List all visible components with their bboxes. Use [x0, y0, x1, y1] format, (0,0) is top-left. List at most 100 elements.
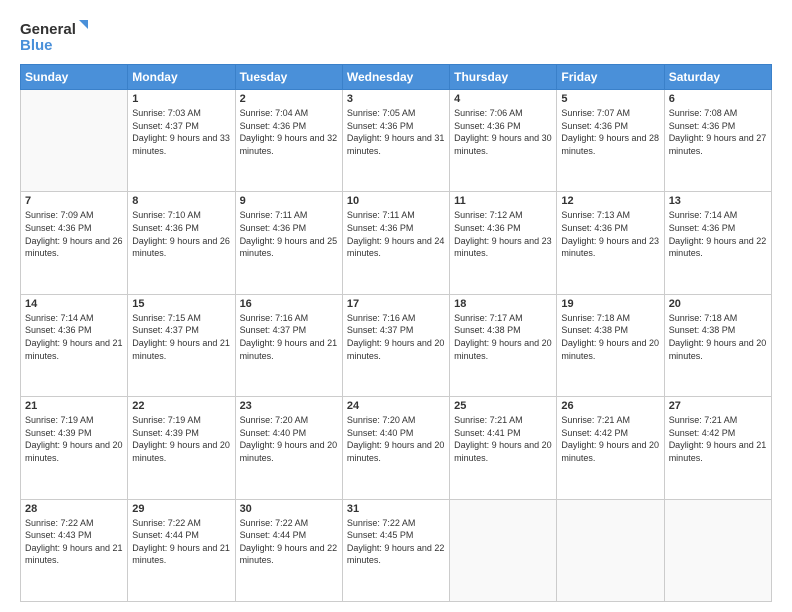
calendar-cell: 3 Sunrise: 7:05 AMSunset: 4:36 PMDaylight… — [342, 90, 449, 192]
day-info: Sunrise: 7:07 AMSunset: 4:36 PMDaylight:… — [561, 107, 659, 157]
day-number: 5 — [561, 93, 659, 105]
calendar-cell: 28Sunrise: 7:22 AMSunset: 4:43 PMDayligh… — [21, 499, 128, 601]
calendar-cell: 29 Sunrise: 7:22 AMSunset: 4:44 PMDayligh… — [128, 499, 235, 601]
weekday-header: Monday — [128, 65, 235, 90]
calendar-cell: 23 Sunrise: 7:20 AMSunset: 4:40 PMDayligh… — [235, 397, 342, 499]
svg-text:Blue: Blue — [20, 37, 53, 54]
calendar-cell: 20 Sunrise: 7:18 AMSunset: 4:38 PMDayligh… — [664, 294, 771, 396]
day-number: 15 — [132, 298, 230, 310]
day-number: 16 — [240, 298, 338, 310]
day-number: 29 — [132, 503, 230, 515]
calendar-cell — [21, 90, 128, 192]
day-number: 22 — [132, 400, 230, 412]
day-info: Sunrise: 7:20 AMSunset: 4:40 PMDaylight:… — [240, 414, 338, 464]
calendar-cell: 17Sunrise: 7:16 AMSunset: 4:37 PMDayligh… — [342, 294, 449, 396]
day-number: 11 — [454, 195, 552, 207]
day-number: 4 — [454, 93, 552, 105]
day-info: Sunrise: 7:21 AMSunset: 4:41 PMDaylight:… — [454, 414, 552, 464]
day-info: Sunrise: 7:05 AMSunset: 4:36 PMDaylight:… — [347, 107, 445, 157]
weekday-header: Sunday — [21, 65, 128, 90]
day-number: 17 — [347, 298, 445, 310]
calendar-cell: 12Sunrise: 7:13 AMSunset: 4:36 PMDayligh… — [557, 192, 664, 294]
day-info: Sunrise: 7:15 AMSunset: 4:37 PMDaylight:… — [132, 312, 230, 362]
weekday-header: Friday — [557, 65, 664, 90]
day-info: Sunrise: 7:09 AMSunset: 4:36 PMDaylight:… — [25, 209, 123, 259]
day-info: Sunrise: 7:22 AMSunset: 4:44 PMDaylight:… — [240, 517, 338, 567]
day-number: 28 — [25, 503, 123, 515]
weekday-header: Tuesday — [235, 65, 342, 90]
day-info: Sunrise: 7:14 AMSunset: 4:36 PMDaylight:… — [25, 312, 123, 362]
day-info: Sunrise: 7:21 AMSunset: 4:42 PMDaylight:… — [669, 414, 767, 464]
weekday-header-row: SundayMondayTuesdayWednesdayThursdayFrid… — [21, 65, 772, 90]
logo-svg: GeneralBlue — [20, 18, 90, 54]
day-number: 19 — [561, 298, 659, 310]
calendar-cell: 9 Sunrise: 7:11 AMSunset: 4:36 PMDaylight… — [235, 192, 342, 294]
day-number: 20 — [669, 298, 767, 310]
day-number: 8 — [132, 195, 230, 207]
day-info: Sunrise: 7:17 AMSunset: 4:38 PMDaylight:… — [454, 312, 552, 362]
calendar-cell: 19Sunrise: 7:18 AMSunset: 4:38 PMDayligh… — [557, 294, 664, 396]
day-info: Sunrise: 7:19 AMSunset: 4:39 PMDaylight:… — [25, 414, 123, 464]
calendar-cell: 16 Sunrise: 7:16 AMSunset: 4:37 PMDayligh… — [235, 294, 342, 396]
calendar-table: SundayMondayTuesdayWednesdayThursdayFrid… — [20, 64, 772, 602]
calendar-cell: 26 Sunrise: 7:21 AMSunset: 4:42 PMDayligh… — [557, 397, 664, 499]
day-number: 26 — [561, 400, 659, 412]
day-number: 9 — [240, 195, 338, 207]
calendar-week-row: 21 Sunrise: 7:19 AMSunset: 4:39 PMDayligh… — [21, 397, 772, 499]
day-info: Sunrise: 7:10 AMSunset: 4:36 PMDaylight:… — [132, 209, 230, 259]
day-info: Sunrise: 7:14 AMSunset: 4:36 PMDaylight:… — [669, 209, 767, 259]
day-number: 21 — [25, 400, 123, 412]
weekday-header: Wednesday — [342, 65, 449, 90]
day-number: 1 — [132, 93, 230, 105]
calendar-cell — [664, 499, 771, 601]
day-number: 3 — [347, 93, 445, 105]
day-info: Sunrise: 7:22 AMSunset: 4:45 PMDaylight:… — [347, 517, 445, 567]
calendar-week-row: 14Sunrise: 7:14 AMSunset: 4:36 PMDayligh… — [21, 294, 772, 396]
calendar-cell: 21 Sunrise: 7:19 AMSunset: 4:39 PMDayligh… — [21, 397, 128, 499]
calendar-week-row: 1 Sunrise: 7:03 AMSunset: 4:37 PMDaylight… — [21, 90, 772, 192]
day-info: Sunrise: 7:22 AMSunset: 4:44 PMDaylight:… — [132, 517, 230, 567]
day-info: Sunrise: 7:20 AMSunset: 4:40 PMDaylight:… — [347, 414, 445, 464]
calendar-cell — [557, 499, 664, 601]
day-number: 6 — [669, 93, 767, 105]
day-number: 30 — [240, 503, 338, 515]
day-number: 24 — [347, 400, 445, 412]
calendar-cell: 13 Sunrise: 7:14 AMSunset: 4:36 PMDayligh… — [664, 192, 771, 294]
weekday-header: Saturday — [664, 65, 771, 90]
svg-text:General: General — [20, 21, 76, 38]
day-number: 7 — [25, 195, 123, 207]
day-info: Sunrise: 7:11 AMSunset: 4:36 PMDaylight:… — [240, 209, 338, 259]
calendar-cell: 2Sunrise: 7:04 AMSunset: 4:36 PMDaylight… — [235, 90, 342, 192]
calendar-cell: 5 Sunrise: 7:07 AMSunset: 4:36 PMDaylight… — [557, 90, 664, 192]
day-info: Sunrise: 7:06 AMSunset: 4:36 PMDaylight:… — [454, 107, 552, 157]
day-number: 13 — [669, 195, 767, 207]
day-number: 23 — [240, 400, 338, 412]
calendar-cell: 31Sunrise: 7:22 AMSunset: 4:45 PMDayligh… — [342, 499, 449, 601]
calendar-cell: 30 Sunrise: 7:22 AMSunset: 4:44 PMDayligh… — [235, 499, 342, 601]
logo: GeneralBlue — [20, 18, 90, 54]
day-info: Sunrise: 7:18 AMSunset: 4:38 PMDaylight:… — [669, 312, 767, 362]
calendar-cell: 27 Sunrise: 7:21 AMSunset: 4:42 PMDayligh… — [664, 397, 771, 499]
weekday-header: Thursday — [450, 65, 557, 90]
day-info: Sunrise: 7:19 AMSunset: 4:39 PMDaylight:… — [132, 414, 230, 464]
day-number: 27 — [669, 400, 767, 412]
calendar-cell: 8 Sunrise: 7:10 AMSunset: 4:36 PMDaylight… — [128, 192, 235, 294]
day-info: Sunrise: 7:08 AMSunset: 4:36 PMDaylight:… — [669, 107, 767, 157]
day-info: Sunrise: 7:04 AMSunset: 4:36 PMDaylight:… — [240, 107, 338, 157]
day-info: Sunrise: 7:03 AMSunset: 4:37 PMDaylight:… — [132, 107, 230, 157]
day-number: 12 — [561, 195, 659, 207]
calendar-cell: 24 Sunrise: 7:20 AMSunset: 4:40 PMDayligh… — [342, 397, 449, 499]
calendar-cell: 6 Sunrise: 7:08 AMSunset: 4:36 PMDaylight… — [664, 90, 771, 192]
calendar-week-row: 28Sunrise: 7:22 AMSunset: 4:43 PMDayligh… — [21, 499, 772, 601]
page: GeneralBlue SundayMondayTuesdayWednesday… — [0, 0, 792, 612]
calendar-cell: 25 Sunrise: 7:21 AMSunset: 4:41 PMDayligh… — [450, 397, 557, 499]
day-info: Sunrise: 7:16 AMSunset: 4:37 PMDaylight:… — [240, 312, 338, 362]
calendar-cell: 15 Sunrise: 7:15 AMSunset: 4:37 PMDayligh… — [128, 294, 235, 396]
day-number: 25 — [454, 400, 552, 412]
calendar-cell: 10Sunrise: 7:11 AMSunset: 4:36 PMDayligh… — [342, 192, 449, 294]
calendar-cell: 4 Sunrise: 7:06 AMSunset: 4:36 PMDaylight… — [450, 90, 557, 192]
day-info: Sunrise: 7:11 AMSunset: 4:36 PMDaylight:… — [347, 209, 445, 259]
calendar-cell: 1 Sunrise: 7:03 AMSunset: 4:37 PMDaylight… — [128, 90, 235, 192]
day-number: 18 — [454, 298, 552, 310]
day-info: Sunrise: 7:21 AMSunset: 4:42 PMDaylight:… — [561, 414, 659, 464]
